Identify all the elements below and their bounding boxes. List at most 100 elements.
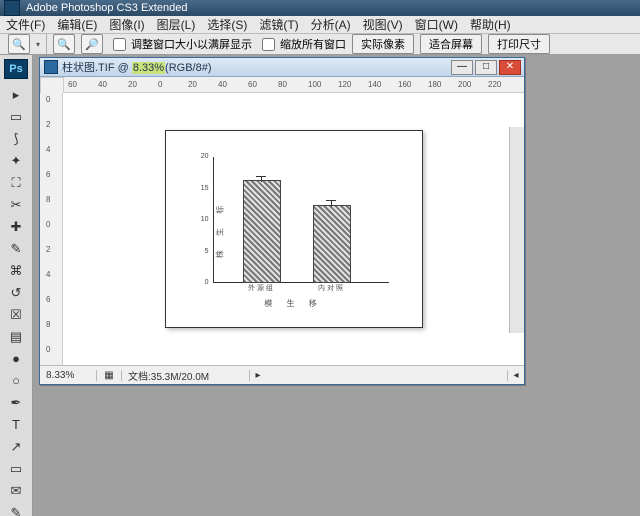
gradient-tool[interactable]: ▤ bbox=[4, 326, 28, 347]
ruler-h-label: 0 bbox=[158, 80, 162, 89]
path-tool[interactable]: ↗ bbox=[4, 436, 28, 457]
menu-edit[interactable]: 编辑(E) bbox=[57, 16, 97, 33]
horizontal-ruler[interactable]: 604020020406080100120140160180200220 bbox=[64, 77, 524, 93]
shape-tool[interactable]: ▭ bbox=[4, 458, 28, 479]
pen-tool[interactable]: ✒ bbox=[4, 392, 28, 413]
chart-xlabel: 模 生 移 bbox=[189, 298, 399, 309]
zoom-all-check[interactable]: 缩放所有窗口 bbox=[258, 35, 346, 54]
actual-pixels-button[interactable]: 实际像素 bbox=[352, 34, 414, 54]
minimize-button[interactable]: — bbox=[451, 60, 473, 75]
ruler-v-label: 4 bbox=[46, 145, 50, 154]
ruler-row: 604020020406080100120140160180200220 bbox=[40, 77, 524, 93]
ruler-h-label: 120 bbox=[338, 80, 351, 89]
ruler-h-label: 200 bbox=[458, 80, 471, 89]
status-info[interactable]: 文档:35.3M/20.0M bbox=[122, 368, 249, 383]
menu-analysis[interactable]: 分析(A) bbox=[311, 16, 351, 33]
scroll-right-button[interactable]: ▸ bbox=[249, 370, 266, 381]
ps-logo[interactable]: Ps bbox=[4, 59, 28, 79]
move-tool[interactable]: ▸ bbox=[4, 84, 28, 105]
menu-select[interactable]: 选择(S) bbox=[207, 16, 247, 33]
ruler-h-label: 80 bbox=[278, 80, 287, 89]
ruler-h-label: 180 bbox=[428, 80, 441, 89]
notes-tool[interactable]: ✉ bbox=[4, 480, 28, 501]
options-divider bbox=[46, 34, 47, 54]
ruler-v-label: 2 bbox=[46, 245, 50, 254]
ruler-v-label: 4 bbox=[46, 270, 50, 279]
canvas[interactable]: 株 生 标 模 生 移 05101520外 源 组内 对 照 bbox=[63, 93, 524, 365]
magic-wand-tool[interactable]: ✦ bbox=[4, 150, 28, 171]
vertical-ruler[interactable]: 02468024680 bbox=[40, 93, 63, 365]
ruler-h-label: 140 bbox=[368, 80, 381, 89]
document-icon bbox=[44, 60, 58, 74]
chart-category-label: 内 对 照 bbox=[301, 283, 361, 293]
ruler-v-label: 0 bbox=[46, 220, 50, 229]
fit-on-screen-check[interactable]: 调整窗口大小以满屏显示 bbox=[109, 35, 252, 54]
workspace: 柱状图.TIF @ 8.33%(RGB/8#) — □ ✕ 6040200204… bbox=[33, 55, 640, 516]
zoom-all-label: 缩放所有窗口 bbox=[280, 36, 346, 52]
app-title: Adobe Photoshop CS3 Extended bbox=[26, 2, 187, 14]
chart: 株 生 标 模 生 移 05101520外 源 组内 对 照 bbox=[189, 149, 399, 309]
healing-tool[interactable]: ✚ bbox=[4, 216, 28, 237]
ruler-v-label: 6 bbox=[46, 170, 50, 179]
chart-ytick: 15 bbox=[191, 185, 209, 192]
marquee-tool[interactable]: ▭ bbox=[4, 106, 28, 127]
brush-tool[interactable]: ✎ bbox=[4, 238, 28, 259]
status-zoom[interactable]: 8.33% bbox=[40, 370, 97, 381]
print-size-button[interactable]: 打印尺寸 bbox=[488, 34, 550, 54]
scroll-left-button[interactable]: ◂ bbox=[507, 370, 524, 381]
ruler-v-label: 0 bbox=[46, 345, 50, 354]
doc-title-prefix: 柱状图.TIF @ bbox=[62, 62, 132, 74]
ruler-v-label: 8 bbox=[46, 320, 50, 329]
ruler-h-label: 220 bbox=[488, 80, 501, 89]
app-icon bbox=[4, 0, 20, 16]
menu-layer[interactable]: 图层(L) bbox=[157, 16, 196, 33]
crop-tool[interactable]: ⛶ bbox=[4, 172, 28, 193]
slice-tool[interactable]: ✂ bbox=[4, 194, 28, 215]
app-window: Adobe Photoshop CS3 Extended 文件(F) 编辑(E)… bbox=[0, 0, 640, 516]
chart-ytick: 5 bbox=[191, 248, 209, 255]
dodge-tool[interactable]: ○ bbox=[4, 370, 28, 391]
maximize-button[interactable]: □ bbox=[475, 60, 497, 75]
zoom-out-button[interactable]: 🔎 bbox=[81, 34, 103, 54]
close-button[interactable]: ✕ bbox=[499, 60, 521, 75]
body-row: Ps ▸ ▭ ⟆ ✦ ⛶ ✂ ✚ ✎ ⌘ ↺ ☒ ▤ ● ○ ✒ T ↗ ▭ ✉… bbox=[0, 55, 640, 516]
chart-bar bbox=[313, 205, 351, 283]
menu-image[interactable]: 图像(I) bbox=[109, 16, 144, 33]
document-title: 柱状图.TIF @ 8.33%(RGB/8#) bbox=[62, 59, 212, 75]
doc-title-suffix: (RGB/8#) bbox=[165, 62, 211, 74]
vertical-scrollbar[interactable] bbox=[509, 127, 524, 333]
fit-checkbox[interactable] bbox=[113, 38, 126, 51]
menu-help[interactable]: 帮助(H) bbox=[470, 16, 511, 33]
lasso-tool[interactable]: ⟆ bbox=[4, 128, 28, 149]
blur-tool[interactable]: ● bbox=[4, 348, 28, 369]
zoom-all-checkbox[interactable] bbox=[262, 38, 275, 51]
chart-errorcap bbox=[326, 200, 336, 201]
clone-tool[interactable]: ⌘ bbox=[4, 260, 28, 281]
ruler-h-label: 100 bbox=[308, 80, 321, 89]
ruler-h-label: 160 bbox=[398, 80, 411, 89]
history-brush-tool[interactable]: ↺ bbox=[4, 282, 28, 303]
menu-window[interactable]: 窗口(W) bbox=[415, 16, 458, 33]
ruler-v-label: 6 bbox=[46, 295, 50, 304]
zoom-in-button[interactable]: 🔍 bbox=[53, 34, 75, 54]
type-tool[interactable]: T bbox=[4, 414, 28, 435]
chart-errorbar bbox=[331, 200, 332, 208]
menu-file[interactable]: 文件(F) bbox=[6, 16, 45, 33]
eyedropper-tool[interactable]: ✎ bbox=[4, 502, 28, 516]
menu-filter[interactable]: 滤镜(T) bbox=[259, 16, 298, 33]
chart-ytick: 0 bbox=[191, 279, 209, 286]
document-titlebar[interactable]: 柱状图.TIF @ 8.33%(RGB/8#) — □ ✕ bbox=[40, 58, 524, 77]
dropdown-arrow-icon[interactable]: ▾ bbox=[36, 40, 40, 49]
ruler-h-label: 40 bbox=[98, 80, 107, 89]
options-bar: 🔍 ▾ 🔍 🔎 调整窗口大小以满屏显示 缩放所有窗口 实际像素 适合屏幕 打印尺… bbox=[0, 34, 640, 55]
status-icon[interactable]: ▦ bbox=[97, 370, 122, 381]
ruler-h-label: 60 bbox=[248, 80, 257, 89]
chart-ytick: 10 bbox=[191, 216, 209, 223]
chart-errorcap bbox=[256, 176, 266, 177]
document-page: 株 生 标 模 生 移 05101520外 源 组内 对 照 bbox=[165, 130, 423, 328]
menu-view[interactable]: 视图(V) bbox=[363, 16, 403, 33]
eraser-tool[interactable]: ☒ bbox=[4, 304, 28, 325]
fit-screen-button[interactable]: 适合屏幕 bbox=[420, 34, 482, 54]
document-window: 柱状图.TIF @ 8.33%(RGB/8#) — □ ✕ 6040200204… bbox=[39, 57, 525, 385]
zoom-tool-indicator[interactable]: 🔍 bbox=[8, 34, 30, 54]
